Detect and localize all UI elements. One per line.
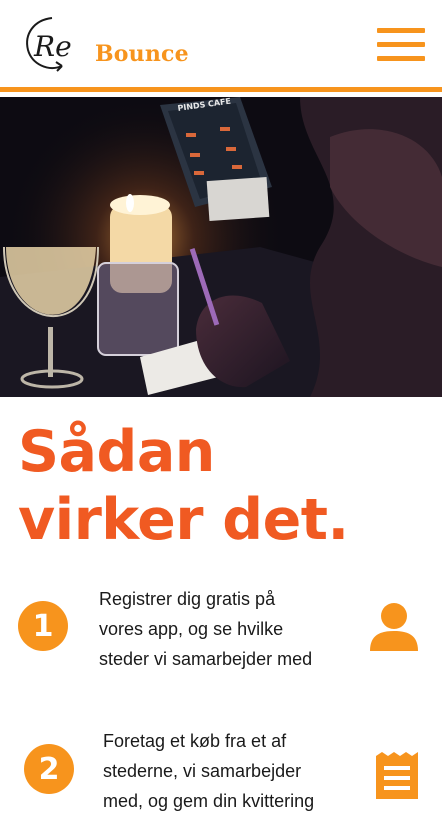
section-title: Sådan virker det.: [18, 418, 418, 554]
logo-text: Bounce: [95, 41, 189, 67]
hamburger-menu-icon[interactable]: [377, 26, 427, 64]
step-1-text: Registrer dig gratis på vores app, og se…: [99, 584, 312, 674]
step-1-number: 1: [18, 601, 68, 651]
step-1-line-3: steder vi samarbejder med: [99, 649, 313, 669]
step-2-number: 2: [24, 744, 74, 794]
step-2-text: Foretag et køb fra et af stederne, vi sa…: [103, 726, 314, 816]
step-2-line-3: med, og gem din kvittering: [103, 791, 315, 811]
logo-prefix: Re: [33, 30, 72, 63]
step-2-line-1: Foretag et køb fra et af: [103, 731, 287, 751]
step-1-line-1: Registrer dig gratis på: [99, 589, 276, 609]
step-1-line-2: vores app, og se hvilke: [99, 619, 284, 639]
site-header: Re Bounce: [0, 0, 442, 92]
title-line-1: Sådan: [18, 419, 215, 485]
user-icon: [370, 603, 418, 651]
hero-image: PINDS CAFE: [0, 97, 442, 397]
rebounce-logo[interactable]: Re Bounce: [22, 12, 189, 76]
title-line-2: virker det.: [18, 487, 349, 553]
step-2-line-2: stederne, vi samarbejder: [103, 761, 302, 781]
receipt-icon: [376, 752, 418, 799]
